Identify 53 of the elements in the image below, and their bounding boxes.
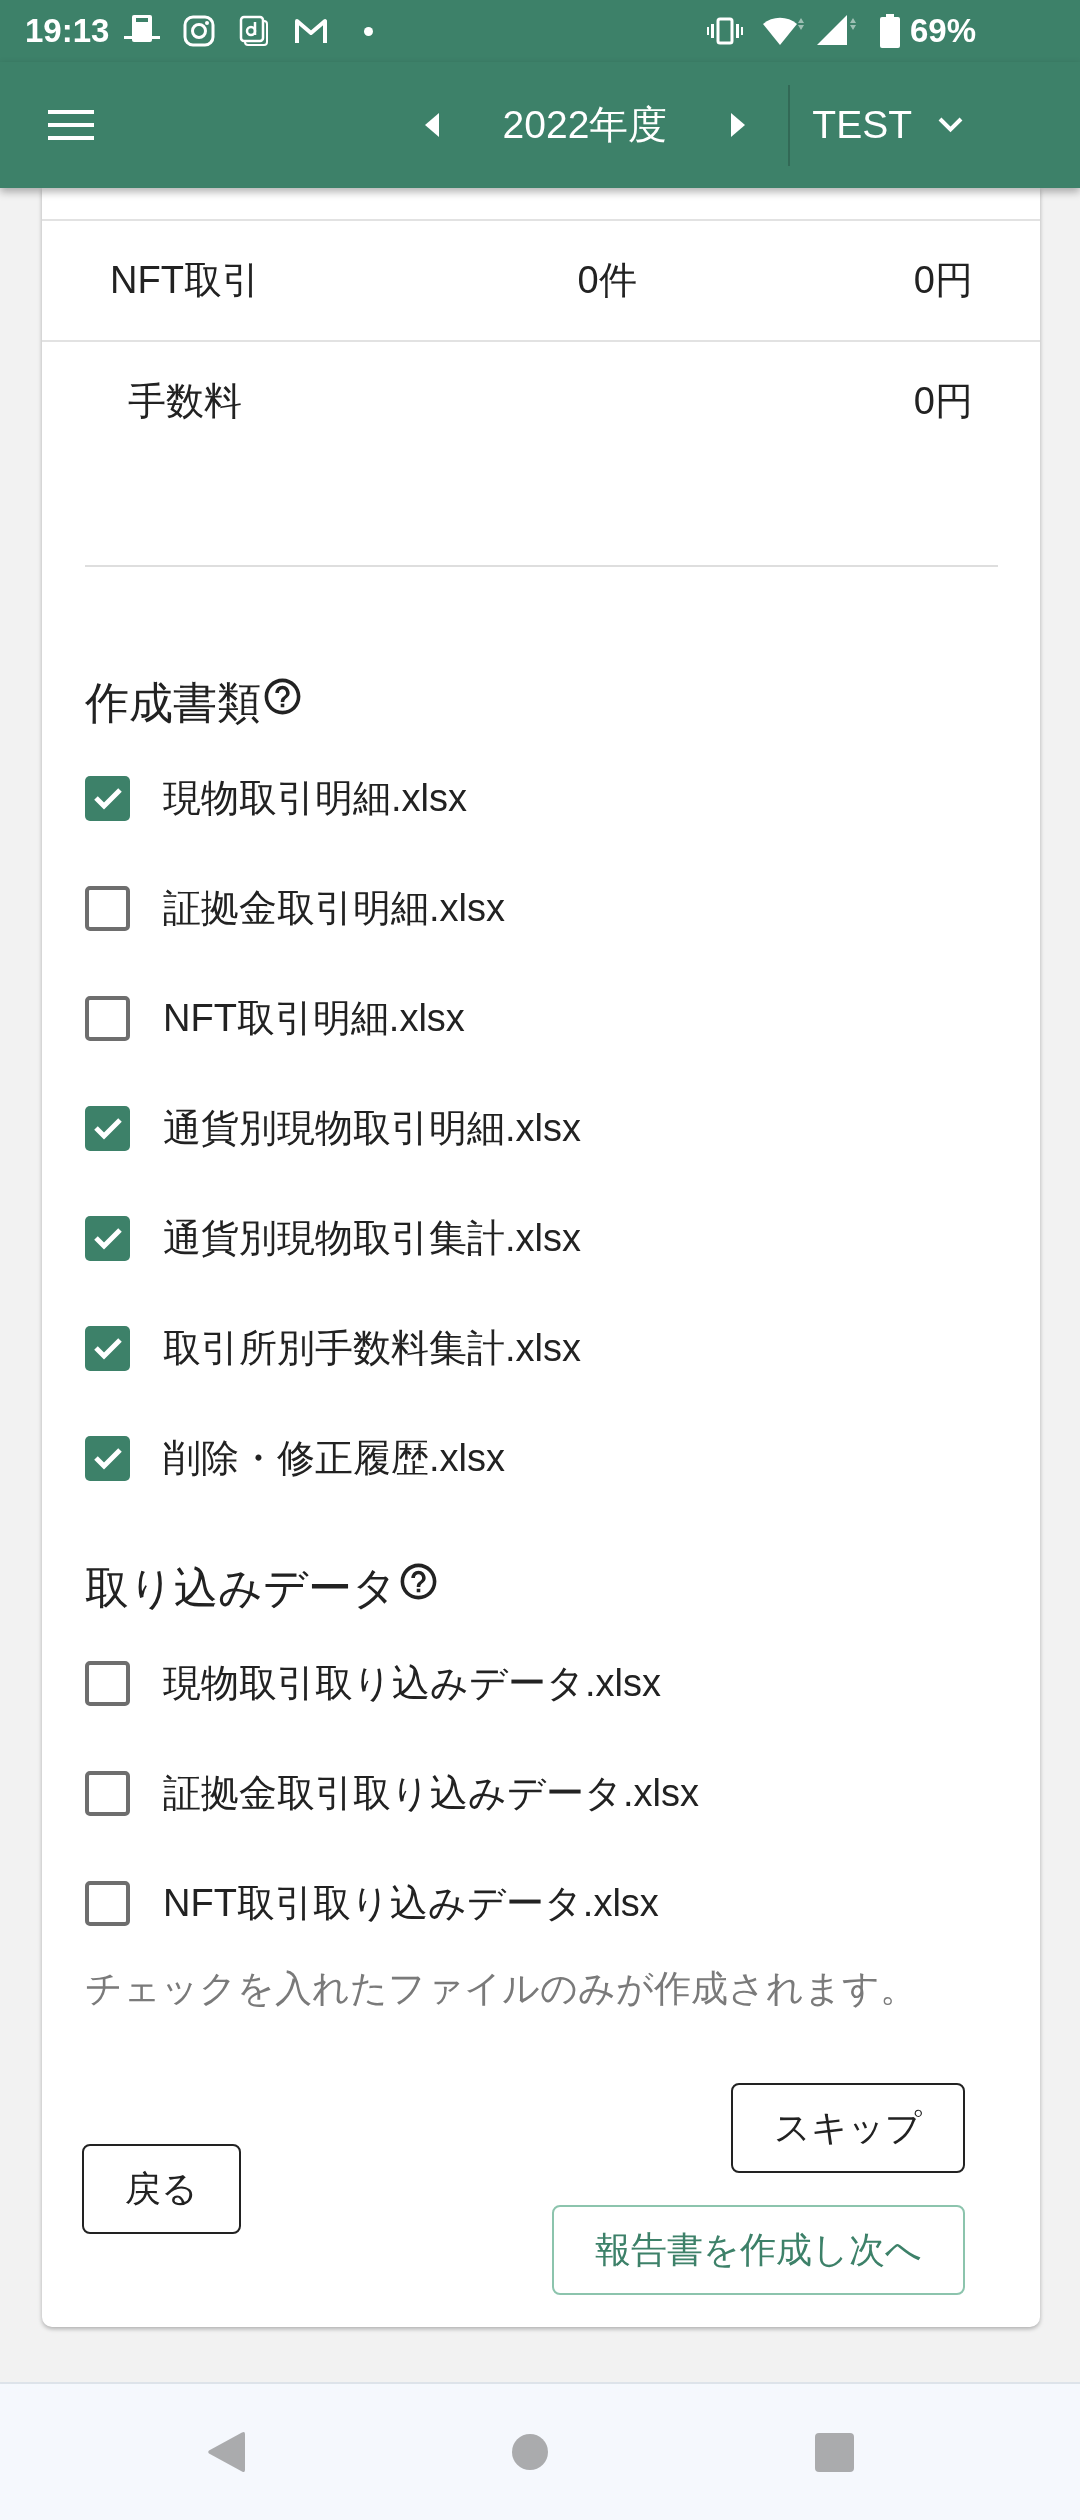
- checkmark-icon: [92, 1226, 123, 1250]
- checkbox[interactable]: [85, 1105, 130, 1151]
- row-label: NFT取引: [110, 258, 260, 303]
- file-name-label: 通貨別現物取引明細.xlsx: [163, 1105, 581, 1151]
- battery-icon: [879, 14, 900, 48]
- recents-icon: [814, 2432, 854, 2472]
- checkbox[interactable]: [85, 885, 130, 931]
- checkmark-icon: [92, 786, 123, 810]
- create-report-button[interactable]: 報告書を作成し次へ: [552, 2205, 965, 2295]
- checkbox[interactable]: [85, 995, 130, 1041]
- chevron-down-icon: [938, 117, 963, 133]
- checkbox[interactable]: [85, 1770, 130, 1816]
- skip-button[interactable]: スキップ: [731, 2083, 965, 2173]
- clock-time: 19:13: [25, 12, 110, 50]
- checkbox[interactable]: [85, 775, 130, 821]
- file-name-label: 証拠金取引明細.xlsx: [163, 885, 505, 931]
- account-dropdown[interactable]: TEST: [812, 97, 963, 153]
- file-name-label: NFT取引取り込みデータ.xlsx: [163, 1880, 659, 1926]
- checkbox[interactable]: [85, 1435, 130, 1481]
- caret-right-icon: [731, 113, 746, 137]
- home-icon: [512, 2434, 548, 2470]
- section-title: 作成書類: [85, 677, 261, 729]
- file-name-label: 証拠金取引取り込みデータ.xlsx: [163, 1770, 699, 1816]
- back-button[interactable]: 戻る: [82, 2144, 241, 2234]
- fiscal-year-title: 2022年度: [502, 102, 668, 148]
- checkbox[interactable]: [85, 1660, 130, 1706]
- hint-text: チェックを入れたファイルのみが作成されます。: [85, 1967, 918, 2011]
- amount-cell-text: 0円: [913, 379, 973, 424]
- caret-left-icon: [424, 113, 439, 137]
- count-cell-text: 0件: [577, 258, 637, 303]
- camera-icon: [183, 15, 216, 47]
- checkbox[interactable]: [85, 1880, 130, 1926]
- checkbox[interactable]: [85, 1325, 130, 1371]
- checkmark-icon: [92, 1336, 123, 1360]
- file-name-label: NFT取引明細.xlsx: [163, 995, 465, 1041]
- app-notification-icon: [239, 15, 270, 47]
- checkbox[interactable]: [85, 1215, 130, 1261]
- menu-icon: [48, 110, 94, 140]
- mail-icon: [293, 17, 330, 45]
- amount-cell-text: 0円: [913, 258, 973, 303]
- file-name-label: 現物取引取り込みデータ.xlsx: [163, 1660, 661, 1706]
- section-title: 取り込みデータ: [85, 1562, 397, 1614]
- file-name-label: 通貨別現物取引集計.xlsx: [163, 1215, 581, 1261]
- file-name-label: 削除・修正履歴.xlsx: [163, 1435, 505, 1481]
- back-icon: [207, 2432, 245, 2472]
- row-label: 手数料: [128, 379, 242, 424]
- file-name-label: 取引所別手数料集計.xlsx: [163, 1325, 581, 1371]
- checkmark-icon: [92, 1446, 123, 1470]
- checkmark-icon: [92, 1116, 123, 1140]
- dot-icon: [364, 26, 374, 36]
- vibrate-icon: [706, 17, 743, 45]
- battery-percentage: 69%: [909, 12, 976, 50]
- file-name-label: 現物取引明細.xlsx: [163, 775, 467, 821]
